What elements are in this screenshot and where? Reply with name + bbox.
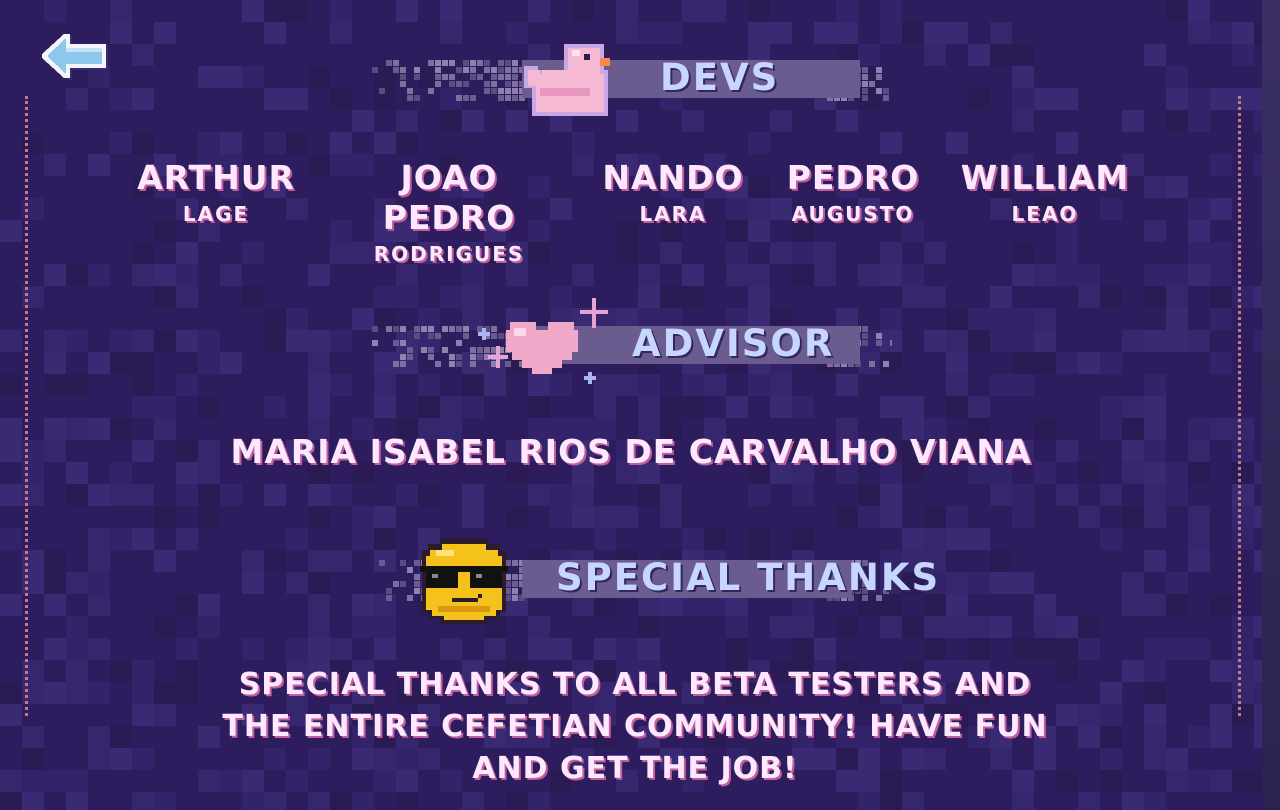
devs-banner: DEVS [372,44,892,116]
special-thanks-banner: SPECIAL THANKS [372,538,938,624]
rubber-duck-icon [524,44,610,116]
dev-first-name: WILLIAM [960,158,1130,197]
back-button[interactable] [42,34,110,80]
advisor-title: ADVISOR [632,322,835,365]
dev-last-name: RODRIGUES [373,242,525,266]
dev-william: WILLIAM LEAO [925,158,1165,228]
advisor-banner: ADVISOR [372,298,892,384]
advisor-name: MARIA ISABEL RIOS DE CARVALHO VIANA [230,432,1032,471]
credits-screen: DEVS ARTHUR LAGE JOAO PEDRO RODRIGUES NA… [0,0,1262,810]
right-dotted-border [1238,96,1241,716]
dev-arthur: ARTHUR LAGE [96,158,336,228]
dev-first-name: ARTHUR [137,158,295,197]
left-dotted-border [25,96,28,716]
window-edge-strip [1262,0,1280,810]
devs-title: DEVS [660,56,780,99]
dev-last-name: LEAO [1011,202,1079,226]
dev-first-name: JOAO PEDRO [382,158,516,237]
special-thanks-message: SPECIAL THANKS TO ALL BETA TESTERS AND T… [222,667,1048,786]
dev-last-name: LAGE [182,202,250,226]
dev-joao-pedro: JOAO PEDRO RODRIGUES [329,158,569,268]
sparkling-heart-icon [478,298,608,384]
sunglasses-smiley-icon [420,538,508,624]
arrow-left-icon [42,34,108,80]
special-thanks-title: SPECIAL THANKS [556,556,941,599]
